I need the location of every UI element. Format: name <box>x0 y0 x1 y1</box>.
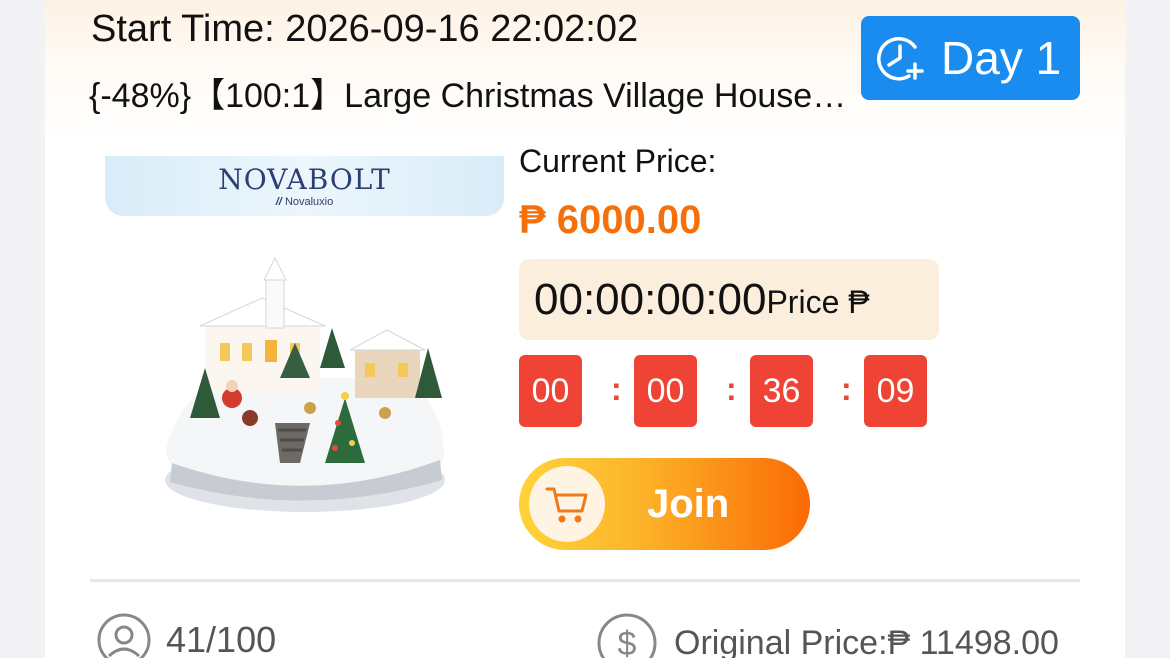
timer-separator: : <box>611 371 622 407</box>
timer-hours: 00 <box>634 355 697 427</box>
brand-mark-icon: // <box>275 195 282 208</box>
day-badge-label: Day 1 <box>941 32 1062 84</box>
product-image[interactable] <box>160 248 450 538</box>
current-price-label: Current Price: <box>519 143 717 179</box>
current-price-value: ₱ 6000.00 <box>519 198 702 242</box>
brand-name: NOVABOLT <box>218 162 391 196</box>
timer-seconds: 09 <box>864 355 927 427</box>
join-button[interactable]: Join <box>519 458 810 550</box>
countdown-display: 00:00:00:00 <box>534 274 767 324</box>
participants-info: 41/100 <box>96 612 276 658</box>
day-badge[interactable]: Day 1 <box>861 16 1080 100</box>
timer-days: 00 <box>519 355 582 427</box>
countdown-box: 00:00:00:00 Price ₱ <box>519 259 939 340</box>
divider <box>90 579 1080 582</box>
brand-banner: NOVABOLT // Novaluxio <box>105 156 504 216</box>
start-time: Start Time: 2026-09-16 22:02:02 <box>91 8 639 50</box>
product-title: {-48%}【100:1】Large Christmas Village Hou… <box>89 77 854 115</box>
join-button-label: Join <box>647 481 730 526</box>
original-price-info: $ Original Price:₱ 11498.00 <box>596 612 1059 658</box>
brand-sub: // Novaluxio <box>276 196 334 208</box>
dollar-circle-icon: $ <box>597 613 657 658</box>
participants-count: 41/100 <box>166 619 277 658</box>
clock-plus-icon <box>877 37 924 81</box>
timer-minutes: 36 <box>750 355 813 427</box>
original-price: Original Price:₱ 11498.00 <box>674 623 1059 658</box>
user-icon <box>97 613 151 658</box>
svg-text:$: $ <box>618 625 637 658</box>
timer-separator: : <box>726 371 737 407</box>
cart-icon <box>529 466 605 542</box>
timer-separator: : <box>841 371 852 407</box>
countdown-price-label: Price ₱ <box>766 284 870 320</box>
brand-sub-label: Novaluxio <box>284 195 334 208</box>
